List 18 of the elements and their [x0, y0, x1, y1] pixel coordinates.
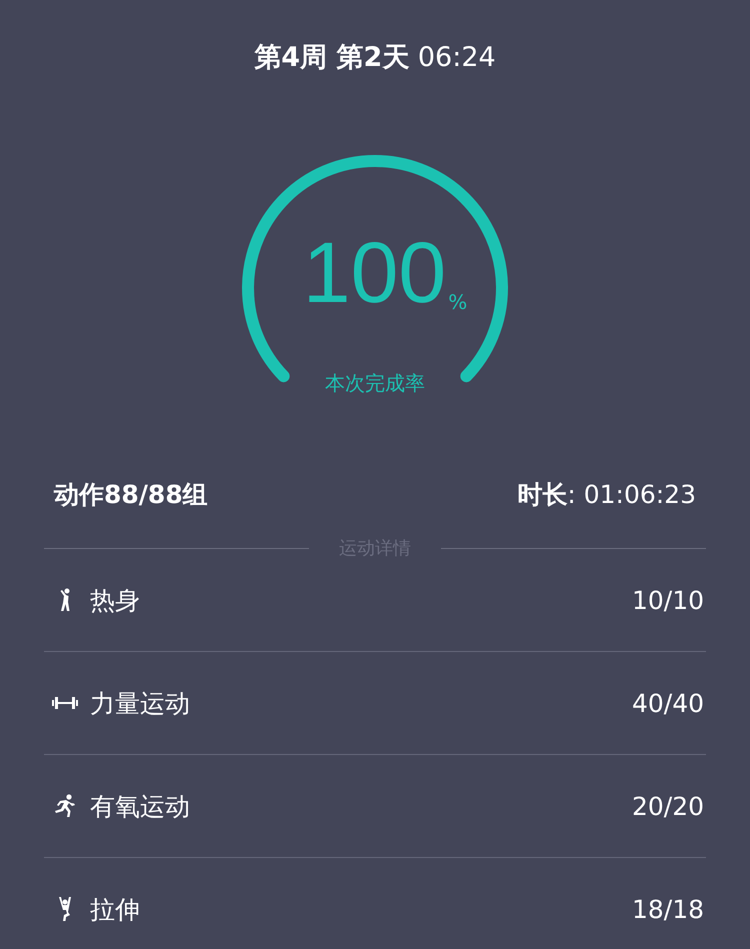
standing-figure-icon [60, 588, 70, 612]
workout-title: 第4周 第2天 06:24 [253, 41, 497, 75]
category-count: 18/18 [632, 894, 705, 924]
completion-value: 100 [302, 228, 446, 318]
percent-sign: % [448, 290, 468, 314]
category-count: 40/40 [632, 688, 705, 718]
completion-label: 本次完成率 [324, 370, 426, 397]
category-name: 拉伸 [90, 894, 140, 926]
category-count: 10/10 [632, 586, 705, 614]
category-name: 热身 [90, 584, 140, 616]
category-name: 力量运动 [90, 688, 190, 720]
runner-icon [55, 794, 75, 818]
stretching-figure-icon [59, 897, 71, 921]
duration-text: 时长: 01:06:23 [517, 479, 696, 511]
category-name: 有氧运动 [90, 790, 190, 822]
dumbbell-icon [52, 697, 78, 709]
category-count: 20/20 [632, 792, 705, 820]
actions-count: 动作88/88组 [54, 479, 208, 511]
